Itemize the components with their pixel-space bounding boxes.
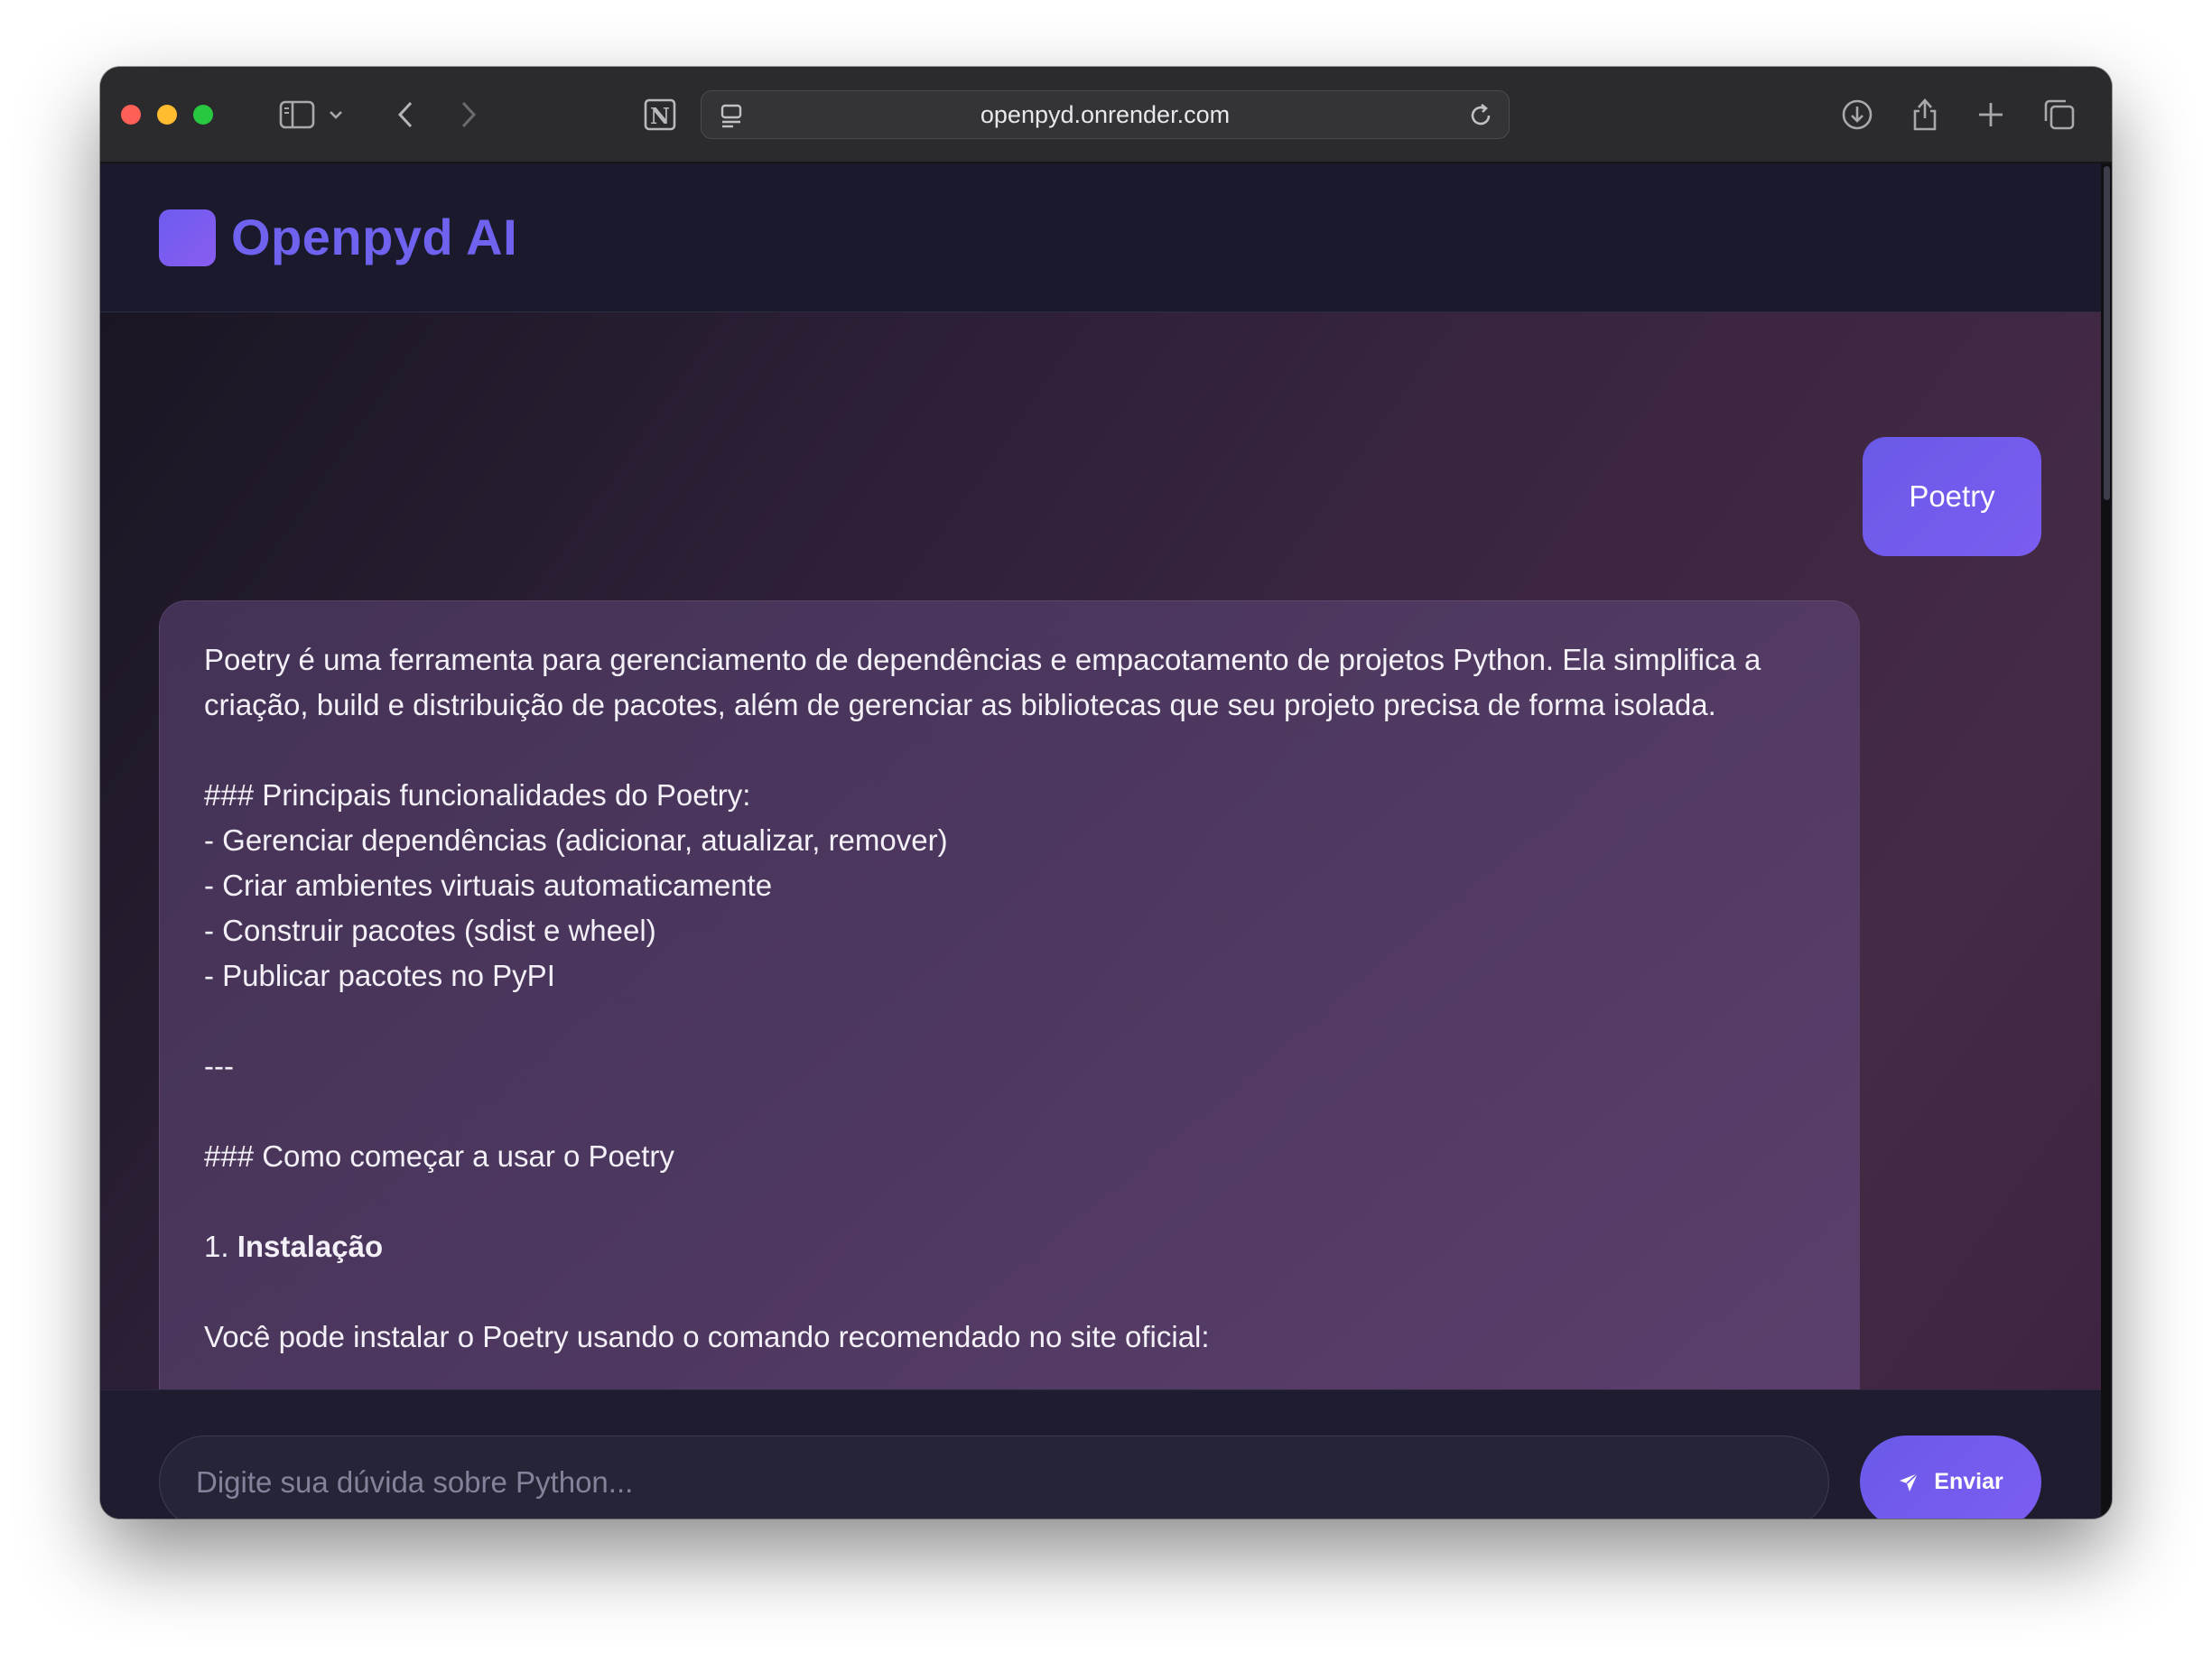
browser-toolbar: N openpyd.onrender.com: [100, 67, 2112, 163]
browser-window: N openpyd.onrender.com Openpyd AI Poetry…: [100, 67, 2112, 1519]
message-heading: ### Como começar a usar o Poetry: [204, 1139, 674, 1173]
list-item: - Criar ambientes virtuais automaticamen…: [204, 869, 773, 902]
list-item: - Publicar pacotes no PyPI: [204, 959, 555, 992]
app-header: Openpyd AI: [100, 163, 2101, 312]
back-icon[interactable]: [385, 94, 426, 135]
user-message: Poetry: [1863, 437, 2041, 556]
separator-text: ---: [204, 1049, 234, 1083]
logo-icon: [159, 209, 216, 266]
forward-icon[interactable]: [448, 94, 489, 135]
step-number: 1.: [204, 1230, 237, 1263]
message-heading: ### Principais funcionalidades do Poetry…: [204, 778, 751, 812]
plus-icon[interactable]: [1970, 94, 2012, 135]
list-item: - Construir pacotes (sdist e wheel): [204, 914, 656, 947]
chat-app: Openpyd AI Poetry Poetry é uma ferrament…: [100, 163, 2101, 1519]
download-icon[interactable]: [1836, 94, 1878, 135]
list-item: - Gerenciar dependências (adicionar, atu…: [204, 823, 948, 857]
step-title: 1. Instalação: [204, 1224, 1820, 1269]
sidebar-icon[interactable]: [276, 94, 318, 135]
zoom-window-button[interactable]: [193, 105, 213, 125]
reload-icon[interactable]: [1460, 95, 1501, 136]
close-window-button[interactable]: [121, 105, 141, 125]
url-text[interactable]: openpyd.onrender.com: [702, 91, 1509, 138]
tabs-icon[interactable]: [2039, 94, 2080, 135]
question-input[interactable]: [159, 1436, 1829, 1519]
notion-icon[interactable]: N: [639, 94, 681, 135]
share-icon[interactable]: [1904, 94, 1946, 135]
send-icon: [1900, 1472, 1919, 1491]
assistant-message-text: Poetry é uma ferramenta para gerenciamen…: [204, 637, 1820, 1360]
scrollbar-thumb[interactable]: [2104, 166, 2110, 500]
chevron-down-icon[interactable]: [322, 94, 349, 135]
composer: Enviar: [100, 1389, 2101, 1519]
app-title: Openpyd AI: [231, 209, 518, 265]
svg-text:N: N: [650, 103, 670, 129]
send-button[interactable]: Enviar: [1860, 1436, 2041, 1519]
minimize-window-button[interactable]: [157, 105, 177, 125]
message-paragraph: Poetry é uma ferramenta para gerenciamen…: [204, 643, 1761, 721]
message-paragraph: Você pode instalar o Poetry usando o com…: [204, 1320, 1210, 1353]
address-bar[interactable]: openpyd.onrender.com: [701, 90, 1510, 139]
assistant-message: Poetry é uma ferramenta para gerenciamen…: [159, 600, 1860, 1503]
send-button-label: Enviar: [1934, 1469, 2003, 1494]
step-title-text: Instalação: [237, 1230, 384, 1263]
